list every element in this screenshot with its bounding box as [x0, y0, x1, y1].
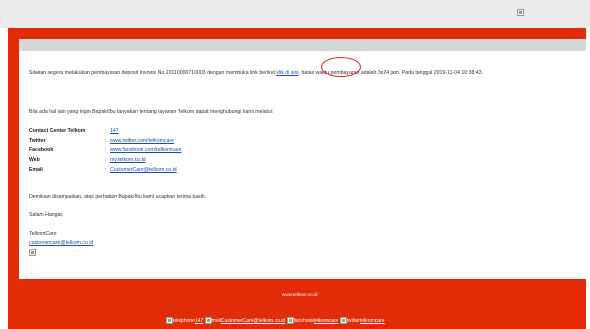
contact-separator: : [105, 167, 107, 173]
email-body: Silakan segera melakukan pembayaran depo… [19, 51, 586, 279]
footer-twitter-link[interactable]: telkomcare [360, 318, 384, 324]
footer-site-link[interactable]: www.telkom.co.id [282, 292, 318, 298]
broken-image-icon [517, 9, 524, 16]
contact-label: Twitter [29, 138, 46, 144]
mail-icon [204, 317, 212, 324]
signature-name: TelkomCare [29, 231, 57, 237]
intro-text: Silakan segera melakukan pembayaran depo… [29, 70, 275, 76]
broken-image-icon [29, 249, 36, 256]
email-link[interactable]: CustomerCare@telkom.co.id [110, 167, 177, 173]
signature-email-link[interactable]: customercare@telkom.co.id [29, 240, 93, 246]
annotation-circle [321, 57, 361, 77]
contact-separator: : [105, 147, 107, 153]
contact-label: Email [29, 167, 43, 173]
web-link[interactable]: my.telkom.co.id [110, 157, 146, 163]
facebook-link[interactable]: www.facebook.com/telkomcare [110, 147, 182, 153]
footer-contacts: telephone147 mailCustomerCare@telkom.co.… [166, 317, 384, 324]
contact-separator: : [105, 157, 107, 163]
contact-separator: : [105, 138, 107, 144]
contact-label: Web [29, 157, 40, 163]
contact-label: Contact Center Telkom [29, 128, 86, 134]
contact-separator: : [105, 128, 107, 134]
facebook-icon-alt: facebook [293, 317, 314, 324]
contact-label: Facebook [29, 147, 54, 153]
email-header-strip [19, 39, 586, 51]
mail-icon-alt: mail [211, 317, 221, 324]
help-text: Bila ada hal lain yang ingin Bapak/Ibu t… [29, 109, 274, 115]
twitter-icon-alt: twitter [346, 317, 361, 324]
greeting-text: Salam Hangat, [29, 212, 64, 218]
footer-phone-link[interactable]: 147 [195, 318, 203, 324]
telephone-icon [166, 317, 173, 324]
twitter-icon [339, 317, 347, 324]
footer-facebook-link[interactable]: telkomcare [314, 318, 338, 324]
footer-email-link[interactable]: CustomerCare@telkom.co.id [221, 318, 285, 324]
contact-center-link[interactable]: 147 [110, 128, 119, 134]
twitter-link[interactable]: www.twitter.com/telkomcare [110, 138, 174, 144]
telephone-icon-alt: telephone [173, 317, 195, 324]
payment-link[interactable]: klik di sini [276, 70, 298, 76]
closing-text: Demikian disampaikan, atas perhatian Bap… [29, 194, 207, 200]
facebook-icon [286, 317, 294, 324]
top-bar [0, 0, 590, 28]
payment-instruction: Silakan segera melakukan pembayaran depo… [29, 70, 483, 76]
